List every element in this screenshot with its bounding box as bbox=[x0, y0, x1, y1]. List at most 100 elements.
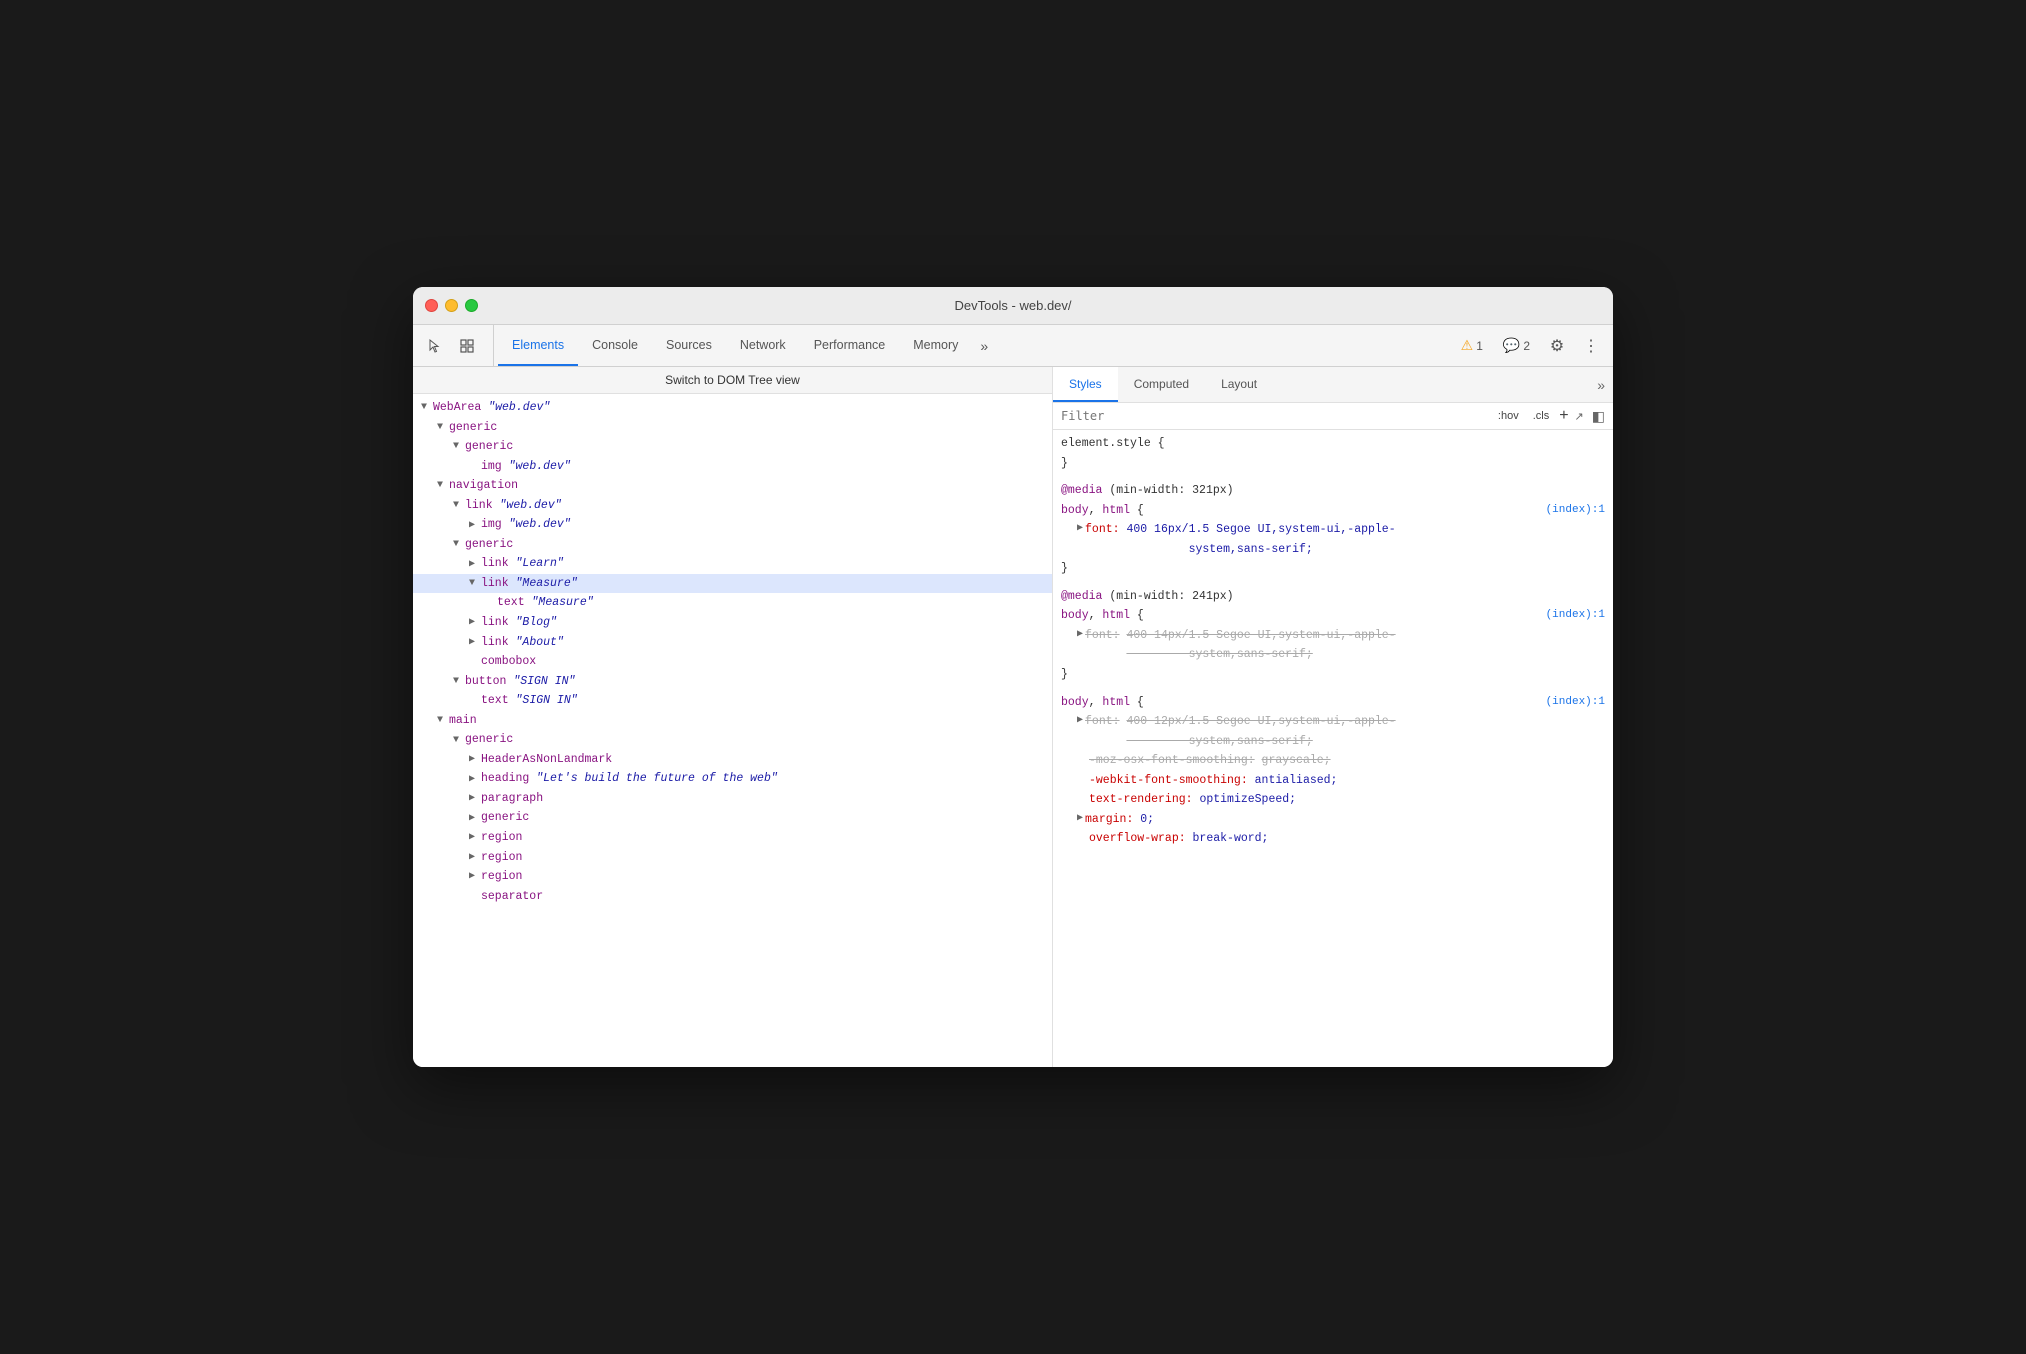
cls-button[interactable]: .cls bbox=[1529, 408, 1554, 424]
devtools-tabs: Elements Console Sources Network Perform… bbox=[498, 325, 1454, 366]
expand-arrow[interactable] bbox=[469, 556, 481, 573]
tree-row[interactable]: generic bbox=[413, 535, 1052, 555]
expand-arrow[interactable] bbox=[453, 438, 465, 455]
toolbar-icons bbox=[421, 325, 494, 366]
tree-row[interactable]: text "Measure" bbox=[413, 593, 1052, 613]
close-button[interactable] bbox=[425, 299, 438, 312]
css-block-media-241: @media (min-width: 241px) body, html { (… bbox=[1061, 587, 1605, 685]
tab-computed[interactable]: Computed bbox=[1118, 367, 1205, 402]
expand-arrow[interactable] bbox=[469, 634, 481, 651]
more-options-button[interactable]: ⋮ bbox=[1577, 332, 1605, 360]
add-style-button[interactable]: + bbox=[1559, 407, 1568, 425]
triangle-icon[interactable]: ▶ bbox=[1077, 712, 1083, 729]
tree-row[interactable]: img "web.dev" bbox=[413, 515, 1052, 535]
toggle-sidebar-icon[interactable]: ◧ bbox=[1592, 408, 1605, 425]
tree-row[interactable]: region bbox=[413, 828, 1052, 848]
tree-row[interactable]: WebArea "web.dev" bbox=[413, 398, 1052, 418]
main-content: Switch to DOM Tree view WebArea "web.dev… bbox=[413, 367, 1613, 1067]
info-badge[interactable]: 💬 2 bbox=[1496, 334, 1537, 357]
minimize-button[interactable] bbox=[445, 299, 458, 312]
expand-arrow[interactable] bbox=[469, 517, 481, 534]
expand-arrow[interactable] bbox=[469, 614, 481, 631]
tab-performance[interactable]: Performance bbox=[800, 325, 900, 366]
expand-arrow[interactable] bbox=[469, 868, 481, 885]
expand-arrow[interactable] bbox=[437, 477, 449, 494]
tree-row[interactable]: link "Blog" bbox=[413, 613, 1052, 633]
new-rule-icon[interactable]: ↗ bbox=[1575, 410, 1584, 423]
css-block-media-321: @media (min-width: 321px) body, html { (… bbox=[1061, 481, 1605, 579]
css-prop: ▶ font: 400 14px/1.5 Segoe UI,system-ui,… bbox=[1061, 626, 1605, 665]
settings-button[interactable]: ⚙ bbox=[1543, 332, 1571, 360]
warning-icon: ⚠ bbox=[1461, 337, 1474, 354]
tree-row[interactable]: HeaderAsNonLandmark bbox=[413, 750, 1052, 770]
tree-row[interactable]: link "Learn" bbox=[413, 554, 1052, 574]
expand-arrow[interactable] bbox=[469, 829, 481, 846]
expand-arrow[interactable] bbox=[469, 751, 481, 768]
expand-arrow[interactable] bbox=[469, 810, 481, 827]
tab-memory[interactable]: Memory bbox=[899, 325, 972, 366]
dom-tree[interactable]: WebArea "web.dev" generic generic bbox=[413, 394, 1052, 1067]
expand-arrow[interactable] bbox=[453, 673, 465, 690]
expand-arrow[interactable] bbox=[421, 399, 433, 416]
expand-arrow[interactable] bbox=[469, 575, 481, 592]
tree-row[interactable]: generic bbox=[413, 437, 1052, 457]
expand-arrow[interactable] bbox=[453, 497, 465, 514]
triangle-icon[interactable]: ▶ bbox=[1077, 626, 1083, 643]
css-prop: overflow-wrap: break-word; bbox=[1061, 829, 1605, 849]
tree-row[interactable]: combobox bbox=[413, 652, 1052, 672]
css-selector-row: body, html { (index):1 bbox=[1061, 693, 1605, 713]
toolbar-right: ⚠ 1 💬 2 ⚙ ⋮ bbox=[1454, 325, 1605, 366]
fullscreen-button[interactable] bbox=[465, 299, 478, 312]
css-selector-row: element.style { bbox=[1061, 434, 1605, 454]
tree-row[interactable]: button "SIGN IN" bbox=[413, 672, 1052, 692]
expand-arrow[interactable] bbox=[453, 536, 465, 553]
expand-arrow[interactable] bbox=[469, 849, 481, 866]
tree-row[interactable]: region bbox=[413, 848, 1052, 868]
css-selector-row: body, html { (index):1 bbox=[1061, 606, 1605, 626]
css-prop: -moz-osx-font-smoothing: grayscale; bbox=[1061, 751, 1605, 771]
tab-sources[interactable]: Sources bbox=[652, 325, 726, 366]
filter-bar: :hov .cls + ↗ ◧ bbox=[1053, 403, 1613, 430]
css-prop: ▶ margin: 0; bbox=[1061, 810, 1605, 830]
tree-row[interactable]: main bbox=[413, 711, 1052, 731]
expand-arrow[interactable] bbox=[453, 732, 465, 749]
tab-more-button[interactable]: » bbox=[972, 325, 996, 366]
tab-styles[interactable]: Styles bbox=[1053, 367, 1118, 402]
css-prop: text-rendering: optimizeSpeed; bbox=[1061, 790, 1605, 810]
expand-arrow[interactable] bbox=[437, 712, 449, 729]
tab-network[interactable]: Network bbox=[726, 325, 800, 366]
tree-row[interactable]: separator bbox=[413, 887, 1052, 907]
tab-console[interactable]: Console bbox=[578, 325, 652, 366]
triangle-icon[interactable]: ▶ bbox=[1077, 810, 1083, 827]
titlebar: DevTools - web.dev/ bbox=[413, 287, 1613, 325]
tree-row-selected[interactable]: link "Measure" bbox=[413, 574, 1052, 594]
tree-row[interactable]: text "SIGN IN" bbox=[413, 691, 1052, 711]
cursor-icon[interactable] bbox=[421, 332, 449, 360]
tree-row[interactable]: paragraph bbox=[413, 789, 1052, 809]
tab-elements[interactable]: Elements bbox=[498, 325, 578, 366]
tree-row[interactable]: generic bbox=[413, 418, 1052, 438]
tree-row[interactable]: generic bbox=[413, 730, 1052, 750]
panel-tab-more[interactable]: » bbox=[1589, 367, 1613, 402]
filter-input[interactable] bbox=[1061, 409, 1488, 423]
triangle-icon[interactable]: ▶ bbox=[1077, 520, 1083, 537]
tree-row[interactable]: img "web.dev" bbox=[413, 457, 1052, 477]
expand-arrow[interactable] bbox=[469, 790, 481, 807]
window-title: DevTools - web.dev/ bbox=[954, 298, 1071, 313]
tree-row[interactable]: navigation bbox=[413, 476, 1052, 496]
inspect-icon[interactable] bbox=[453, 332, 481, 360]
tree-row[interactable]: link "web.dev" bbox=[413, 496, 1052, 516]
warning-badge[interactable]: ⚠ 1 bbox=[1454, 334, 1490, 357]
expand-arrow[interactable] bbox=[469, 771, 481, 788]
dom-switch-bar[interactable]: Switch to DOM Tree view bbox=[413, 367, 1052, 394]
css-closing: } bbox=[1061, 454, 1605, 474]
css-prop: ▶ font: 400 16px/1.5 Segoe UI,system-ui,… bbox=[1061, 520, 1605, 559]
tree-row[interactable]: generic bbox=[413, 808, 1052, 828]
tree-row[interactable]: link "About" bbox=[413, 633, 1052, 653]
tree-row[interactable]: heading "Let's build the future of the w… bbox=[413, 769, 1052, 789]
dom-panel: Switch to DOM Tree view WebArea "web.dev… bbox=[413, 367, 1053, 1067]
tree-row[interactable]: region bbox=[413, 867, 1052, 887]
expand-arrow[interactable] bbox=[437, 419, 449, 436]
tab-layout[interactable]: Layout bbox=[1205, 367, 1273, 402]
hov-button[interactable]: :hov bbox=[1494, 408, 1523, 424]
